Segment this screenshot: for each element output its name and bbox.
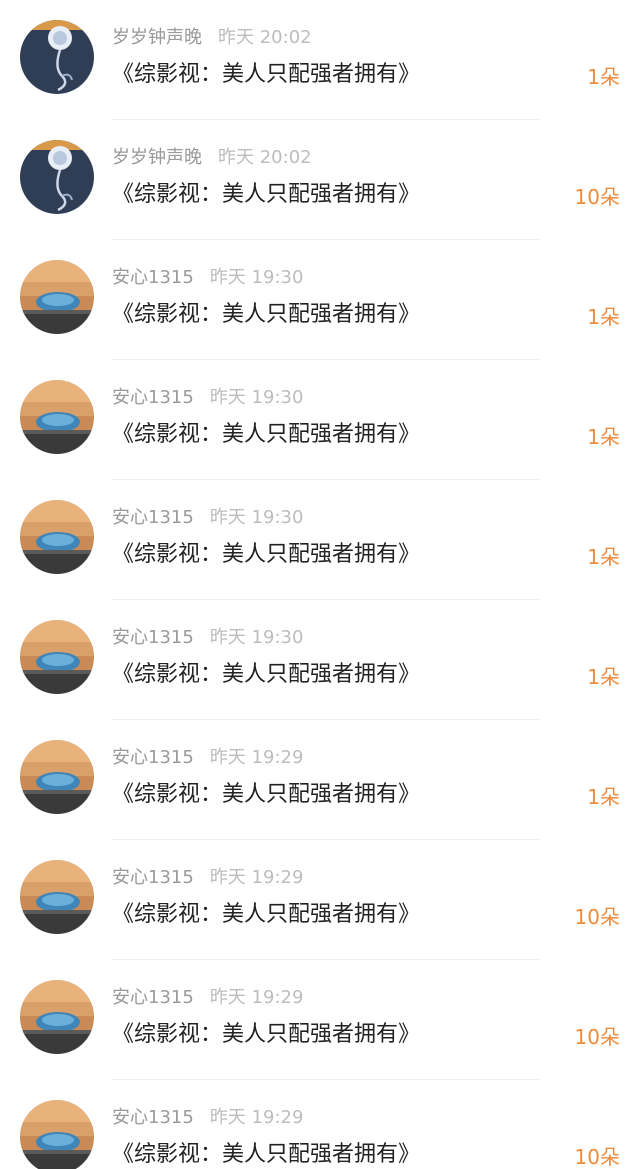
timestamp: 昨天 19:29 xyxy=(209,747,304,768)
item-meta: 安心1315 昨天 19:29 xyxy=(112,1106,303,1130)
username[interactable]: 安心1315 xyxy=(112,987,194,1008)
avatar[interactable] xyxy=(20,260,94,334)
sunset-stadium-icon xyxy=(20,380,94,454)
item-meta: 安心1315 昨天 19:30 xyxy=(112,266,303,290)
list-item[interactable]: 安心1315 昨天 19:29 《综影视：美人只配强者拥有》 10朵 xyxy=(0,1080,640,1169)
list-item[interactable]: 安心1315 昨天 19:30 《综影视：美人只配强者拥有》 1朵 xyxy=(0,240,640,360)
timestamp: 昨天 19:30 xyxy=(209,387,304,408)
avatar[interactable] xyxy=(20,740,94,814)
flower-count: 1朵 xyxy=(587,305,620,329)
book-title[interactable]: 《综影视：美人只配强者拥有》 xyxy=(112,418,420,452)
username[interactable]: 安心1315 xyxy=(112,507,194,528)
list-item[interactable]: 岁岁钟声晚 昨天 20:02 《综影视：美人只配强者拥有》 10朵 xyxy=(0,120,640,240)
sunset-stadium-icon xyxy=(20,740,94,814)
timestamp: 昨天 20:02 xyxy=(218,147,312,168)
crystal-flower-icon xyxy=(20,20,94,94)
username[interactable]: 安心1315 xyxy=(112,867,194,888)
avatar[interactable] xyxy=(20,860,94,934)
sunset-stadium-icon xyxy=(20,260,94,334)
book-title[interactable]: 《综影视：美人只配强者拥有》 xyxy=(112,178,420,212)
list-item[interactable]: 安心1315 昨天 19:29 《综影视：美人只配强者拥有》 10朵 xyxy=(0,840,640,960)
username[interactable]: 岁岁钟声晚 xyxy=(112,147,202,168)
avatar[interactable] xyxy=(20,20,94,94)
avatar[interactable] xyxy=(20,500,94,574)
timestamp: 昨天 19:30 xyxy=(209,267,304,288)
sunset-stadium-icon xyxy=(20,500,94,574)
flower-count: 1朵 xyxy=(587,785,620,809)
book-title[interactable]: 《综影视：美人只配强者拥有》 xyxy=(112,58,420,92)
book-title[interactable]: 《综影视：美人只配强者拥有》 xyxy=(112,898,420,932)
username[interactable]: 安心1315 xyxy=(112,1107,194,1128)
username[interactable]: 安心1315 xyxy=(112,747,194,768)
item-meta: 安心1315 昨天 19:30 xyxy=(112,506,303,530)
gift-record-list: 岁岁钟声晚 昨天 20:02 《综影视：美人只配强者拥有》 1朵 岁岁钟声晚 昨天 … xyxy=(0,0,640,1169)
flower-count: 10朵 xyxy=(574,1145,620,1169)
flower-count: 1朵 xyxy=(587,545,620,569)
item-meta: 安心1315 昨天 19:30 xyxy=(112,386,303,410)
timestamp: 昨天 20:02 xyxy=(218,27,312,48)
flower-count: 1朵 xyxy=(587,425,620,449)
flower-count: 10朵 xyxy=(574,185,620,209)
book-title[interactable]: 《综影视：美人只配强者拥有》 xyxy=(112,538,420,572)
list-item[interactable]: 岁岁钟声晚 昨天 20:02 《综影视：美人只配强者拥有》 1朵 xyxy=(0,0,640,120)
sunset-stadium-icon xyxy=(20,860,94,934)
list-item[interactable]: 安心1315 昨天 19:30 《综影视：美人只配强者拥有》 1朵 xyxy=(0,360,640,480)
avatar[interactable] xyxy=(20,380,94,454)
timestamp: 昨天 19:29 xyxy=(209,987,304,1008)
avatar[interactable] xyxy=(20,1100,94,1169)
flower-count: 1朵 xyxy=(587,65,620,89)
book-title[interactable]: 《综影视：美人只配强者拥有》 xyxy=(112,1138,420,1169)
username[interactable]: 岁岁钟声晚 xyxy=(112,27,202,48)
flower-count: 10朵 xyxy=(574,1025,620,1049)
book-title[interactable]: 《综影视：美人只配强者拥有》 xyxy=(112,298,420,332)
username[interactable]: 安心1315 xyxy=(112,387,194,408)
item-meta: 安心1315 昨天 19:30 xyxy=(112,626,303,650)
timestamp: 昨天 19:30 xyxy=(209,507,304,528)
avatar[interactable] xyxy=(20,980,94,1054)
timestamp: 昨天 19:30 xyxy=(209,627,304,648)
item-meta: 岁岁钟声晚 昨天 20:02 xyxy=(112,26,312,50)
sunset-stadium-icon xyxy=(20,1100,94,1169)
list-item[interactable]: 安心1315 昨天 19:30 《综影视：美人只配强者拥有》 1朵 xyxy=(0,600,640,720)
sunset-stadium-icon xyxy=(20,980,94,1054)
timestamp: 昨天 19:29 xyxy=(209,867,304,888)
timestamp: 昨天 19:29 xyxy=(209,1107,304,1128)
list-item[interactable]: 安心1315 昨天 19:29 《综影视：美人只配强者拥有》 1朵 xyxy=(0,720,640,840)
item-meta: 安心1315 昨天 19:29 xyxy=(112,866,303,890)
book-title[interactable]: 《综影视：美人只配强者拥有》 xyxy=(112,1018,420,1052)
avatar[interactable] xyxy=(20,620,94,694)
book-title[interactable]: 《综影视：美人只配强者拥有》 xyxy=(112,658,420,692)
item-meta: 安心1315 昨天 19:29 xyxy=(112,986,303,1010)
list-item[interactable]: 安心1315 昨天 19:30 《综影视：美人只配强者拥有》 1朵 xyxy=(0,480,640,600)
list-item[interactable]: 安心1315 昨天 19:29 《综影视：美人只配强者拥有》 10朵 xyxy=(0,960,640,1080)
flower-count: 10朵 xyxy=(574,905,620,929)
book-title[interactable]: 《综影视：美人只配强者拥有》 xyxy=(112,778,420,812)
item-meta: 安心1315 昨天 19:29 xyxy=(112,746,303,770)
item-meta: 岁岁钟声晚 昨天 20:02 xyxy=(112,146,312,170)
flower-count: 1朵 xyxy=(587,665,620,689)
crystal-flower-icon xyxy=(20,140,94,214)
username[interactable]: 安心1315 xyxy=(112,627,194,648)
avatar[interactable] xyxy=(20,140,94,214)
username[interactable]: 安心1315 xyxy=(112,267,194,288)
sunset-stadium-icon xyxy=(20,620,94,694)
